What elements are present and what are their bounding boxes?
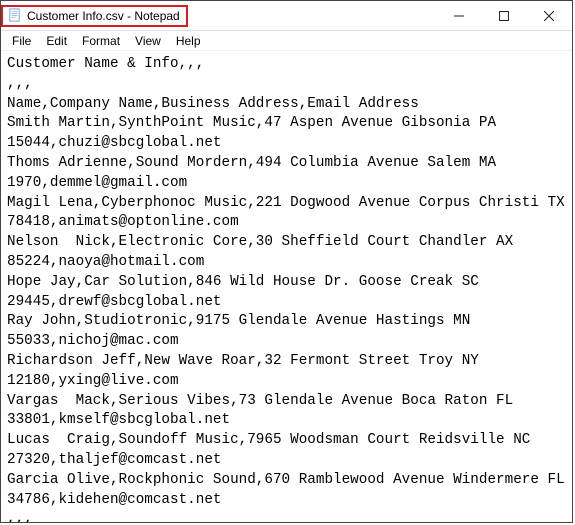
close-button[interactable] xyxy=(526,1,572,30)
text-line: 1970,demmel@gmail.com xyxy=(7,175,187,191)
text-line: Garcia Olive,Rockphonic Sound,670 Ramble… xyxy=(7,472,565,488)
window-controls xyxy=(436,1,572,30)
window-title: Customer Info.csv - Notepad xyxy=(27,9,180,23)
text-line: ,,, xyxy=(7,76,33,92)
text-line: 33801,kmself@sbcglobal.net xyxy=(7,412,230,428)
text-line: Vargas Mack,Serious Vibes,73 Glendale Av… xyxy=(7,393,513,409)
titlebar[interactable]: Customer Info.csv - Notepad xyxy=(1,1,572,31)
title-highlight: Customer Info.csv - Notepad xyxy=(1,5,188,27)
minimize-button[interactable] xyxy=(436,1,481,30)
text-line: 85224,naoya@hotmail.com xyxy=(7,254,204,270)
text-line: 12180,yxing@live.com xyxy=(7,373,179,389)
text-line: Nelson Nick,Electronic Core,30 Sheffield… xyxy=(7,234,513,250)
menu-file[interactable]: File xyxy=(5,33,39,49)
text-line: ,,, xyxy=(7,511,33,522)
text-line: Ray John,Studiotronic,9175 Glendale Aven… xyxy=(7,313,470,329)
text-line: Smith Martin,SynthPoint Music,47 Aspen A… xyxy=(7,115,496,131)
menu-edit[interactable]: Edit xyxy=(39,33,75,49)
text-line: 15044,chuzi@sbcglobal.net xyxy=(7,135,222,151)
text-line: 34786,kidehen@comcast.net xyxy=(7,492,222,508)
text-line: Magil Lena,Cyberphonoc Music,221 Dogwood… xyxy=(7,195,565,211)
notepad-window: Customer Info.csv - Notepad File Edit Fo… xyxy=(0,0,573,523)
text-line: 27320,thaljef@comcast.net xyxy=(7,452,222,468)
text-line: Customer Name & Info,,, xyxy=(7,56,204,72)
text-area[interactable]: Customer Name & Info,,, ,,, Name,Company… xyxy=(1,51,572,522)
menu-view[interactable]: View xyxy=(128,33,169,49)
text-line: Richardson Jeff,New Wave Roar,32 Fermont… xyxy=(7,353,479,369)
text-line: 29445,drewf@sbcglobal.net xyxy=(7,294,222,310)
text-line: 55033,nichoj@mac.com xyxy=(7,333,179,349)
menubar: File Edit Format View Help xyxy=(1,31,572,51)
text-line: Thoms Adrienne,Sound Mordern,494 Columbi… xyxy=(7,155,496,171)
maximize-button[interactable] xyxy=(481,1,526,30)
menu-format[interactable]: Format xyxy=(75,33,128,49)
text-line: Name,Company Name,Business Address,Email… xyxy=(7,96,419,112)
text-line: Lucas Craig,Soundoff Music,7965 Woodsman… xyxy=(7,432,530,448)
text-line: Hope Jay,Car Solution,846 Wild House Dr.… xyxy=(7,274,479,290)
menu-help[interactable]: Help xyxy=(169,33,209,49)
text-line: 78418,animats@optonline.com xyxy=(7,214,239,230)
notepad-icon xyxy=(7,8,22,23)
